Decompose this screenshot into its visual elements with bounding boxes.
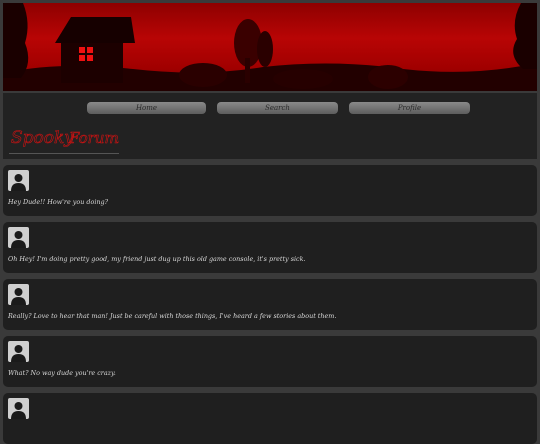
forum-header: Home Search Profile Spooky Forums [3, 93, 537, 159]
nav-home-button[interactable]: Home [87, 102, 206, 114]
spooky-forums-logo: Spooky Forums [9, 119, 127, 154]
user-avatar-icon[interactable] [8, 341, 29, 362]
user-avatar-icon[interactable] [8, 170, 29, 191]
post-text: Hey Dude!! How're you doing? [8, 198, 109, 206]
logo-word-spooky: Spooky [11, 128, 74, 148]
forum-post: Oh Hey! I'm doing pretty good, my friend… [3, 222, 537, 273]
post-text: Oh Hey! I'm doing pretty good, my friend… [8, 255, 306, 263]
header-banner [3, 3, 537, 91]
user-avatar-icon[interactable] [8, 284, 29, 305]
forum-post: Hey Dude!! How're you doing? [3, 165, 537, 216]
forum-post: Really? Love to hear that man! Just be c… [3, 279, 537, 330]
post-text: What? No way dude you're crazy. [8, 369, 116, 377]
post-text: Really? Love to hear that man! Just be c… [8, 312, 337, 320]
haunted-house-silhouette [3, 3, 537, 91]
forum-post-partial [3, 393, 537, 444]
forum-post: What? No way dude you're crazy. [3, 336, 537, 387]
user-avatar-icon[interactable] [8, 227, 29, 248]
nav-profile-button[interactable]: Profile [349, 102, 470, 114]
user-avatar-icon[interactable] [8, 398, 29, 419]
logo-word-forums: Forums [68, 129, 119, 147]
nav-search-button[interactable]: Search [217, 102, 338, 114]
